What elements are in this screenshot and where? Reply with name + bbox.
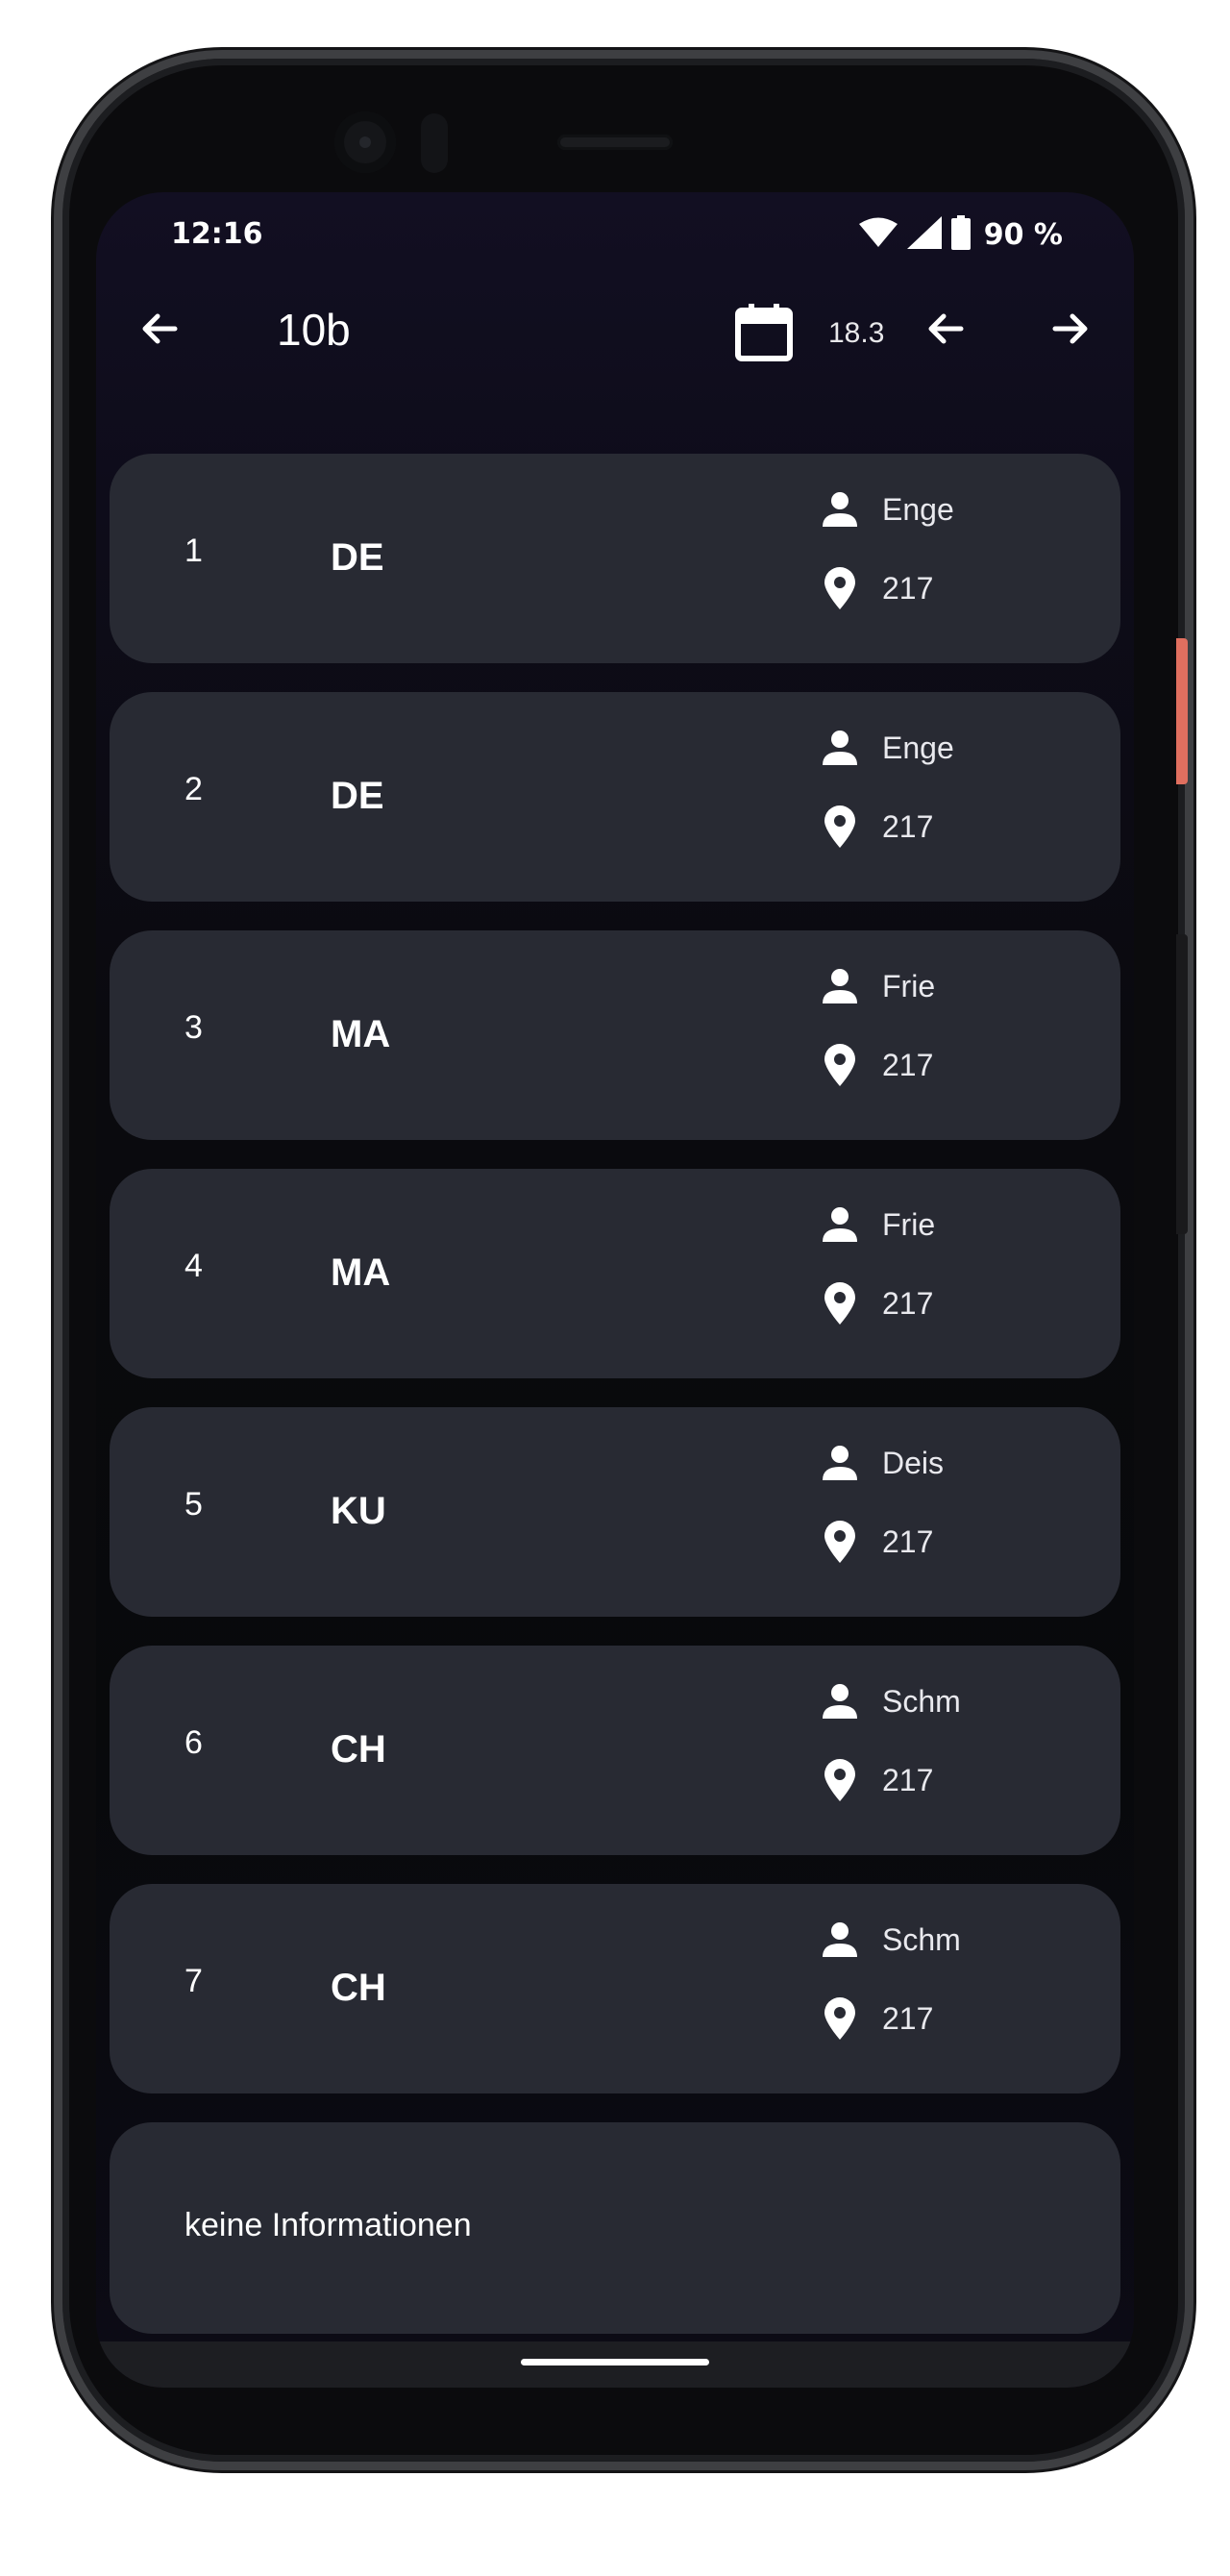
app-screen: 12:16 90 % 10b 18.3 1 DE Enge 217 2 DE E… <box>96 192 1134 2388</box>
lesson-subject: DE <box>331 775 384 817</box>
app-bar <box>96 279 1134 442</box>
lesson-subject: DE <box>331 536 384 579</box>
lesson-number: 6 <box>184 1724 203 1761</box>
earpiece-speaker <box>557 135 673 150</box>
status-bar: 12:16 90 % <box>96 192 1134 279</box>
location-pin-icon <box>819 1044 861 1086</box>
back-button[interactable] <box>129 300 190 361</box>
person-icon <box>819 1203 861 1246</box>
back-arrow-icon <box>136 306 183 356</box>
lesson-card[interactable]: 1 DE Enge 217 <box>110 454 1120 663</box>
person-icon <box>819 1919 861 1961</box>
battery-percentage: 90 % <box>983 217 1063 252</box>
wifi-icon <box>858 217 898 252</box>
lesson-room: 217 <box>882 809 934 844</box>
lesson-teacher: Schm <box>882 1922 961 1957</box>
proximity-sensor <box>421 113 448 173</box>
person-icon <box>819 1680 861 1722</box>
lesson-card[interactable]: 3 MA Frie 217 <box>110 930 1120 1140</box>
lesson-room: 217 <box>882 1763 934 1797</box>
front-camera <box>334 111 396 173</box>
location-pin-icon <box>819 1282 861 1325</box>
lesson-number: 1 <box>184 533 203 569</box>
status-icons: 90 % <box>858 215 1063 254</box>
lesson-teacher: Enge <box>882 731 954 765</box>
next-day-button[interactable] <box>1040 300 1101 361</box>
lesson-teacher: Enge <box>882 492 954 527</box>
lesson-number: 7 <box>184 1963 203 1999</box>
status-time: 12:16 <box>171 217 263 251</box>
location-pin-icon <box>819 567 861 609</box>
volume-button <box>1176 934 1188 1234</box>
next-day-icon <box>1047 306 1094 356</box>
calendar-icon <box>735 302 793 365</box>
calendar-button[interactable] <box>730 300 798 367</box>
lesson-card[interactable]: 5 KU Deis 217 <box>110 1407 1120 1617</box>
lesson-teacher: Frie <box>882 1207 936 1242</box>
lesson-room: 217 <box>882 571 934 606</box>
home-indicator[interactable] <box>521 2359 709 2365</box>
lesson-card[interactable]: 7 CH Schm 217 <box>110 1884 1120 2093</box>
lesson-subject: MA <box>331 1251 391 1294</box>
lesson-room: 217 <box>882 1524 934 1559</box>
person-icon <box>819 1442 861 1484</box>
battery-icon <box>950 215 971 254</box>
lesson-teacher: Frie <box>882 969 936 1003</box>
selected-date[interactable]: 18.3 <box>828 317 884 350</box>
lesson-number: 2 <box>184 771 203 807</box>
power-button <box>1176 638 1188 784</box>
lesson-number: 5 <box>184 1486 203 1523</box>
lesson-subject: MA <box>331 1013 391 1055</box>
previous-day-icon <box>922 306 969 356</box>
person-icon <box>819 727 861 769</box>
person-icon <box>819 488 861 531</box>
location-pin-icon <box>819 1521 861 1563</box>
lesson-subject: CH <box>331 1967 386 2009</box>
lesson-subject: CH <box>331 1728 386 1771</box>
lesson-teacher: Deis <box>882 1446 945 1480</box>
lesson-card[interactable]: 6 CH Schm 217 <box>110 1646 1120 1855</box>
person-icon <box>819 965 861 1007</box>
lesson-number: 3 <box>184 1009 203 1046</box>
lesson-subject: KU <box>331 1490 386 1532</box>
location-pin-icon <box>819 1997 861 2040</box>
lesson-room: 217 <box>882 1286 934 1321</box>
signal-icon <box>906 216 942 253</box>
lesson-room: 217 <box>882 1048 934 1082</box>
info-card: keine Informationen <box>110 2122 1120 2334</box>
lesson-teacher: Schm <box>882 1684 961 1719</box>
lesson-card[interactable]: 4 MA Frie 217 <box>110 1169 1120 1378</box>
info-message: keine Informationen <box>184 2207 472 2243</box>
location-pin-icon <box>819 805 861 848</box>
lesson-room: 217 <box>882 2001 934 2036</box>
lesson-card[interactable]: 2 DE Enge 217 <box>110 692 1120 902</box>
lesson-number: 4 <box>184 1248 203 1284</box>
page-title: 10b <box>277 305 351 355</box>
location-pin-icon <box>819 1759 861 1801</box>
previous-day-button[interactable] <box>915 300 976 361</box>
